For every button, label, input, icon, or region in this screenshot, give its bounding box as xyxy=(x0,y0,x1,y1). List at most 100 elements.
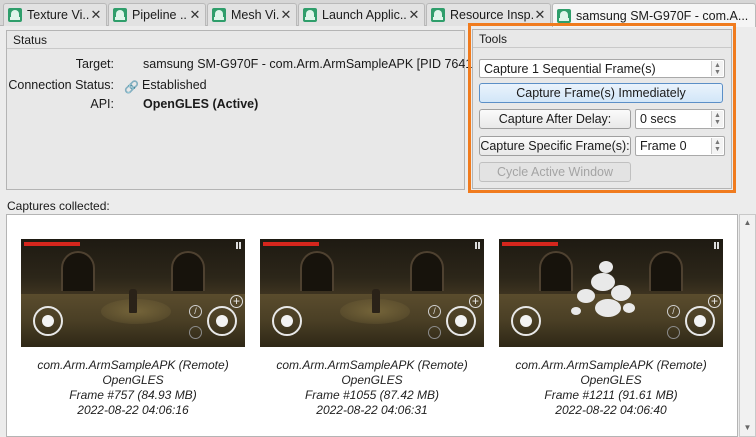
tab-pipeline-state[interactable]: Pipeline ... ✕ xyxy=(108,3,206,26)
capture-app-name: com.Arm.ArmSampleAPK (Remote) xyxy=(37,358,229,372)
renderdoc-app-icon xyxy=(303,8,317,22)
tools-group-title: Tools xyxy=(479,32,508,46)
capture-mode-value: Capture 1 Sequential Frame(s) xyxy=(484,62,656,76)
spinner-arrows-icon[interactable]: ▲ ▼ xyxy=(711,138,723,154)
target-value: samsung SM-G970F - com.Arm.ArmSampleAPK … xyxy=(143,57,476,71)
tab-texture-viewer[interactable]: Texture Vi... ✕ xyxy=(3,3,107,26)
tab-label: samsung SM-G970F - com.A... xyxy=(576,8,749,23)
sword-icon: / xyxy=(428,305,441,318)
close-icon[interactable]: ✕ xyxy=(533,7,547,23)
capture-app-name: com.Arm.ArmSampleAPK (Remote) xyxy=(276,358,468,372)
divider xyxy=(7,48,464,49)
scene-arch xyxy=(649,251,683,291)
delay-spinbox[interactable]: 0 secs ▲ ▼ xyxy=(635,109,725,129)
pause-icon xyxy=(475,242,480,249)
sword-icon: / xyxy=(189,305,202,318)
capture-frame: Frame #1055 (87.42 MB) xyxy=(304,388,440,402)
delay-value: 0 secs xyxy=(640,112,677,126)
capture-app-name: com.Arm.ArmSampleAPK (Remote) xyxy=(515,358,707,372)
pause-icon xyxy=(236,242,241,249)
capture-api: OpenGLES xyxy=(580,373,642,387)
health-bar xyxy=(502,242,558,246)
capture-item[interactable]: / + com.Arm.ArmSampleAPK (Remote) OpenGL… xyxy=(499,239,723,419)
renderdoc-app-icon xyxy=(431,8,445,22)
capture-thumbnail[interactable]: / + xyxy=(21,239,245,347)
frame-spinbox[interactable]: Frame 0 ▲ ▼ xyxy=(635,136,725,156)
link-icon: 🔗 xyxy=(124,80,139,94)
sword-icon: / xyxy=(667,305,680,318)
character-figure xyxy=(372,289,380,313)
frame-value: Frame 0 xyxy=(640,139,687,153)
capture-timestamp: 2022-08-22 04:06:40 xyxy=(555,403,667,417)
tab-label: Texture Vi... xyxy=(27,8,89,22)
tab-label: Mesh Vi... xyxy=(231,8,279,22)
tab-label: Launch Applic... xyxy=(322,8,407,22)
capture-timestamp: 2022-08-22 04:06:16 xyxy=(77,403,189,417)
plus-icon: + xyxy=(469,295,482,308)
capture-mode-select[interactable]: Capture 1 Sequential Frame(s) ▲ ▼ xyxy=(479,59,725,78)
scene-arch xyxy=(61,251,95,291)
capture-frame: Frame #1211 (91.61 MB) xyxy=(544,388,678,402)
action-button-icon xyxy=(685,306,715,336)
tab-launch-application[interactable]: Launch Applic... ✕ xyxy=(298,3,425,26)
scroll-up-icon[interactable]: ▲ xyxy=(740,216,755,230)
scene-wall xyxy=(260,239,484,294)
close-icon[interactable]: ✕ xyxy=(188,7,202,23)
connection-status-label: Connection Status: xyxy=(8,78,114,92)
explosion-effect xyxy=(571,259,641,321)
tab-label: Resource Insp... xyxy=(450,8,533,22)
tab-label: Pipeline ... xyxy=(132,8,188,22)
spinner-arrows-icon[interactable]: ▲ ▼ xyxy=(711,61,723,76)
divider xyxy=(473,47,731,48)
action-button-icon xyxy=(207,306,237,336)
scroll-down-icon[interactable]: ▼ xyxy=(740,421,755,435)
scene-arch xyxy=(410,251,444,291)
status-group-title: Status xyxy=(13,33,48,47)
renderdoc-app-icon xyxy=(212,8,226,22)
close-icon[interactable]: ✕ xyxy=(89,7,103,23)
api-value: OpenGLES (Active) xyxy=(143,97,259,111)
dash-icon xyxy=(189,326,202,339)
scene-arch xyxy=(539,251,573,291)
status-group: Status Target: samsung SM-G970F - com.Ar… xyxy=(6,30,476,190)
captures-collected-label: Captures collected: xyxy=(7,199,110,213)
cycle-active-window-button[interactable]: Cycle Active Window xyxy=(479,162,631,182)
scene-arch xyxy=(300,251,334,291)
renderdoc-app-icon xyxy=(557,8,571,23)
connection-status-value: Established xyxy=(142,78,207,92)
joystick-icon xyxy=(33,306,63,336)
tools-group: Tools Capture 1 Sequential Frame(s) ▲ ▼ C… xyxy=(472,29,732,189)
renderdoc-app-icon xyxy=(8,8,22,22)
renderdoc-app-icon xyxy=(113,8,127,22)
scene-arch xyxy=(171,251,205,291)
health-bar xyxy=(263,242,319,246)
capture-item[interactable]: / + com.Arm.ArmSampleAPK (Remote) OpenGL… xyxy=(260,239,484,419)
close-icon[interactable]: ✕ xyxy=(279,7,293,23)
joystick-icon xyxy=(511,306,541,336)
dash-icon xyxy=(428,326,441,339)
plus-icon: + xyxy=(230,295,243,308)
capture-api: OpenGLES xyxy=(341,373,403,387)
tab-mesh-viewer[interactable]: Mesh Vi... ✕ xyxy=(207,3,297,26)
api-label: API: xyxy=(90,97,114,111)
spinner-arrows-icon[interactable]: ▲ ▼ xyxy=(711,111,723,127)
scene-wall xyxy=(21,239,245,294)
joystick-icon xyxy=(272,306,302,336)
capture-thumbnail[interactable]: / + xyxy=(499,239,723,347)
capture-timestamp: 2022-08-22 04:06:31 xyxy=(316,403,428,417)
action-button-icon xyxy=(446,306,476,336)
pause-icon xyxy=(714,242,719,249)
capture-frame: Frame #757 (84.93 MB) xyxy=(69,388,197,402)
target-label: Target: xyxy=(75,57,114,71)
capture-after-delay-button[interactable]: Capture After Delay: xyxy=(479,109,631,129)
character-figure xyxy=(129,289,137,313)
capture-thumbnail[interactable]: / + xyxy=(260,239,484,347)
capture-immediately-button[interactable]: Capture Frame(s) Immediately xyxy=(479,83,723,103)
dash-icon xyxy=(667,326,680,339)
close-icon[interactable]: ✕ xyxy=(407,7,421,23)
capture-specific-frames-button[interactable]: Capture Specific Frame(s): xyxy=(479,136,631,156)
connection-status-value-row: 🔗 Established xyxy=(124,78,207,94)
health-bar xyxy=(24,242,80,246)
vertical-scrollbar[interactable]: ▲ ▼ xyxy=(739,214,756,437)
capture-item[interactable]: / + com.Arm.ArmSampleAPK (Remote) OpenGL… xyxy=(21,239,245,419)
